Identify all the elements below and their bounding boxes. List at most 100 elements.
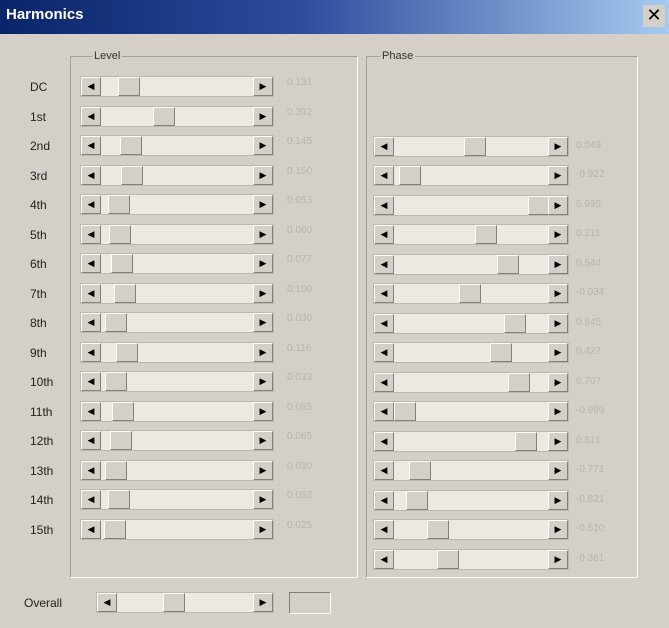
level-scroll-right-arrow-icon[interactable]: ▶	[253, 431, 273, 450]
phase-scroll-left-arrow-icon[interactable]: ◀	[374, 432, 394, 451]
level-scroll-left-arrow-icon[interactable]: ◀	[81, 166, 101, 185]
phase-scroll-left-arrow-icon[interactable]: ◀	[374, 520, 394, 539]
level-scroll-right-arrow-icon[interactable]: ▶	[253, 77, 273, 96]
level-scrollbar[interactable]: ◀ ▶	[80, 401, 274, 422]
level-scroll-thumb[interactable]	[118, 77, 141, 96]
level-scroll-right-arrow-icon[interactable]: ▶	[253, 402, 273, 421]
phase-scroll-right-arrow-icon[interactable]: ▶	[548, 255, 568, 274]
level-scroll-thumb[interactable]	[120, 136, 143, 155]
close-icon[interactable]: ✕	[643, 5, 665, 27]
phase-scroll-right-arrow-icon[interactable]: ▶	[548, 491, 568, 510]
level-scroll-left-arrow-icon[interactable]: ◀	[81, 520, 101, 539]
level-scroll-right-arrow-icon[interactable]: ▶	[253, 520, 273, 539]
phase-scroll-left-arrow-icon[interactable]: ◀	[374, 137, 394, 156]
phase-scroll-thumb[interactable]	[405, 491, 428, 510]
phase-scroll-thumb[interactable]	[426, 520, 449, 539]
level-scrollbar[interactable]: ◀ ▶	[80, 371, 274, 392]
level-scroll-thumb[interactable]	[104, 461, 127, 480]
level-scroll-left-arrow-icon[interactable]: ◀	[81, 313, 101, 332]
level-scroll-left-arrow-icon[interactable]: ◀	[81, 225, 101, 244]
phase-scroll-left-arrow-icon[interactable]: ◀	[374, 373, 394, 392]
phase-scroll-left-arrow-icon[interactable]: ◀	[374, 225, 394, 244]
phase-scroll-thumb[interactable]	[508, 373, 531, 392]
phase-scroll-thumb[interactable]	[475, 225, 498, 244]
level-scroll-right-arrow-icon[interactable]: ▶	[253, 225, 273, 244]
phase-scrollbar[interactable]: ◀ ▶	[373, 165, 569, 186]
phase-scroll-left-arrow-icon[interactable]: ◀	[374, 461, 394, 480]
phase-scrollbar[interactable]: ◀ ▶	[373, 136, 569, 157]
level-scroll-left-arrow-icon[interactable]: ◀	[81, 195, 101, 214]
phase-scroll-right-arrow-icon[interactable]: ▶	[548, 432, 568, 451]
level-scroll-thumb[interactable]	[116, 343, 139, 362]
level-scroll-left-arrow-icon[interactable]: ◀	[81, 254, 101, 273]
level-scroll-thumb[interactable]	[152, 107, 175, 126]
phase-scroll-thumb[interactable]	[464, 137, 487, 156]
level-scroll-thumb[interactable]	[107, 490, 130, 509]
level-scrollbar[interactable]: ◀ ▶	[80, 489, 274, 510]
level-scrollbar[interactable]: ◀ ▶	[80, 135, 274, 156]
overall-scroll-left-arrow-icon[interactable]: ◀	[97, 593, 117, 612]
phase-scroll-left-arrow-icon[interactable]: ◀	[374, 491, 394, 510]
level-scrollbar[interactable]: ◀ ▶	[80, 460, 274, 481]
phase-scroll-left-arrow-icon[interactable]: ◀	[374, 255, 394, 274]
level-scrollbar[interactable]: ◀ ▶	[80, 342, 274, 363]
level-scroll-thumb[interactable]	[107, 195, 130, 214]
phase-scroll-left-arrow-icon[interactable]: ◀	[374, 166, 394, 185]
overall-scrollbar[interactable]: ◀ ▶	[96, 592, 274, 613]
level-scrollbar[interactable]: ◀ ▶	[80, 165, 274, 186]
level-scroll-right-arrow-icon[interactable]: ▶	[253, 107, 273, 126]
phase-scrollbar[interactable]: ◀ ▶	[373, 342, 569, 363]
phase-scroll-thumb[interactable]	[497, 255, 520, 274]
phase-scroll-right-arrow-icon[interactable]: ▶	[548, 314, 568, 333]
overall-scroll-thumb[interactable]	[163, 593, 186, 612]
level-scrollbar[interactable]: ◀ ▶	[80, 106, 274, 127]
phase-scroll-thumb[interactable]	[489, 343, 512, 362]
level-scroll-right-arrow-icon[interactable]: ▶	[253, 372, 273, 391]
phase-scrollbar[interactable]: ◀ ▶	[373, 372, 569, 393]
phase-scrollbar[interactable]: ◀ ▶	[373, 401, 569, 422]
phase-scroll-right-arrow-icon[interactable]: ▶	[548, 550, 568, 569]
level-scroll-right-arrow-icon[interactable]: ▶	[253, 254, 273, 273]
phase-scroll-right-arrow-icon[interactable]: ▶	[548, 343, 568, 362]
overall-scroll-right-arrow-icon[interactable]: ▶	[253, 593, 273, 612]
phase-scroll-thumb[interactable]	[504, 314, 527, 333]
level-scroll-right-arrow-icon[interactable]: ▶	[253, 166, 273, 185]
level-scrollbar[interactable]: ◀ ▶	[80, 76, 274, 97]
phase-scroll-right-arrow-icon[interactable]: ▶	[548, 373, 568, 392]
level-scrollbar[interactable]: ◀ ▶	[80, 312, 274, 333]
level-scrollbar[interactable]: ◀ ▶	[80, 283, 274, 304]
phase-scroll-right-arrow-icon[interactable]: ▶	[548, 402, 568, 421]
level-scroll-thumb[interactable]	[104, 520, 127, 539]
level-scrollbar[interactable]: ◀ ▶	[80, 430, 274, 451]
phase-scroll-left-arrow-icon[interactable]: ◀	[374, 402, 394, 421]
phase-scroll-left-arrow-icon[interactable]: ◀	[374, 314, 394, 333]
phase-scroll-right-arrow-icon[interactable]: ▶	[548, 461, 568, 480]
level-scroll-thumb[interactable]	[105, 372, 128, 391]
level-scroll-right-arrow-icon[interactable]: ▶	[253, 195, 273, 214]
level-scroll-thumb[interactable]	[114, 284, 137, 303]
level-scrollbar[interactable]: ◀ ▶	[80, 253, 274, 274]
level-scrollbar[interactable]: ◀ ▶	[80, 519, 274, 540]
phase-scrollbar[interactable]: ◀ ▶	[373, 283, 569, 304]
level-scroll-left-arrow-icon[interactable]: ◀	[81, 490, 101, 509]
level-scroll-thumb[interactable]	[108, 225, 131, 244]
phase-scrollbar[interactable]: ◀ ▶	[373, 519, 569, 540]
level-scroll-left-arrow-icon[interactable]: ◀	[81, 136, 101, 155]
phase-scroll-thumb[interactable]	[394, 402, 417, 421]
phase-scroll-thumb[interactable]	[409, 461, 432, 480]
level-scroll-left-arrow-icon[interactable]: ◀	[81, 461, 101, 480]
level-scroll-left-arrow-icon[interactable]: ◀	[81, 402, 101, 421]
level-scroll-right-arrow-icon[interactable]: ▶	[253, 313, 273, 332]
level-scroll-left-arrow-icon[interactable]: ◀	[81, 431, 101, 450]
title-bar[interactable]: Harmonics ✕	[0, 0, 669, 34]
phase-scroll-thumb[interactable]	[515, 432, 538, 451]
phase-scroll-left-arrow-icon[interactable]: ◀	[374, 196, 394, 215]
level-scroll-right-arrow-icon[interactable]: ▶	[253, 284, 273, 303]
level-scroll-left-arrow-icon[interactable]: ◀	[81, 107, 101, 126]
phase-scroll-thumb[interactable]	[527, 196, 550, 215]
level-scroll-right-arrow-icon[interactable]: ▶	[253, 490, 273, 509]
phase-scroll-left-arrow-icon[interactable]: ◀	[374, 343, 394, 362]
phase-scroll-left-arrow-icon[interactable]: ◀	[374, 284, 394, 303]
phase-scrollbar[interactable]: ◀ ▶	[373, 460, 569, 481]
level-scroll-right-arrow-icon[interactable]: ▶	[253, 343, 273, 362]
